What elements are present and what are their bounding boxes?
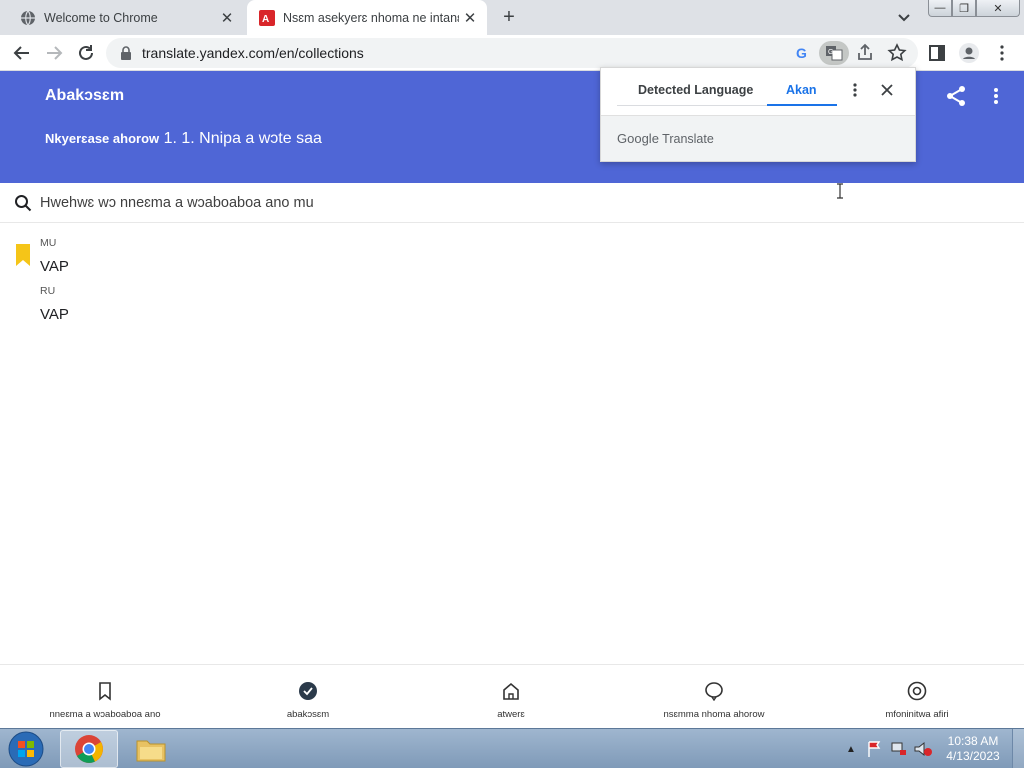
more-vert-icon[interactable] (984, 84, 1008, 108)
home-icon (503, 682, 519, 700)
system-clock[interactable]: 10:38 AM 4/13/2023 (938, 734, 1008, 764)
nav-home[interactable]: atwerɛ (409, 665, 613, 729)
new-tab-button[interactable]: + (498, 6, 520, 28)
google-wordmark: Google (617, 131, 659, 146)
tab-search-chevron-icon[interactable] (893, 7, 915, 27)
tab-detected-language[interactable]: Detected Language (638, 83, 753, 97)
close-icon[interactable] (877, 80, 897, 100)
forward-arrow-icon[interactable] (42, 41, 66, 65)
subtitle-main: 1. 1. Nnipa a wɔte saa (163, 130, 322, 147)
chat-bubble-icon (705, 682, 723, 701)
taskbar-file-explorer[interactable] (122, 730, 180, 768)
check-circle-icon (299, 682, 317, 700)
bookmark-star-icon[interactable] (885, 41, 909, 65)
nav-dictionaries[interactable]: nsɛmma nhoma ahorow (612, 665, 816, 729)
page-title: Abakɔsɛm (45, 87, 125, 104)
translate-popup-footer: Google Translate (601, 115, 915, 161)
item-translation[interactable]: VAP (40, 306, 69, 323)
network-icon[interactable] (888, 739, 910, 759)
tab-title: Nsɛm asekyerɛ nhoma ne intanɛt (283, 10, 459, 25)
item-source-language: MU (40, 237, 57, 249)
window-controls: — ❐ ✕ (928, 0, 1020, 18)
camera-icon (907, 681, 927, 701)
bookmark-outline-icon (99, 682, 111, 701)
translate-page-button[interactable]: G (819, 41, 849, 65)
taskbar-chrome[interactable] (60, 730, 118, 768)
clock-date: 4/13/2023 (946, 749, 1000, 763)
windows-start-button[interactable] (4, 730, 48, 768)
show-desktop-button[interactable] (1012, 729, 1024, 768)
chrome-menu-icon[interactable] (990, 41, 1014, 65)
nav-camera[interactable]: mfoninitwa afiri (815, 665, 1019, 729)
close-tab-icon[interactable]: ✕ (216, 7, 238, 29)
lock-icon[interactable] (120, 46, 132, 60)
google-g-icon[interactable]: G (790, 41, 814, 65)
google-translate-logo: Google Translate (617, 131, 714, 146)
nav-label: atwerɛ (497, 709, 525, 720)
browser-toolbar: translate.yandex.com/en/collections G G (0, 35, 1024, 71)
show-hidden-icons-icon[interactable]: ▲ (840, 739, 862, 759)
share-icon[interactable] (944, 84, 968, 108)
address-bar[interactable]: translate.yandex.com/en/collections G G (106, 38, 918, 68)
action-center-flag-icon[interactable] (864, 739, 886, 759)
svg-text:G: G (796, 45, 807, 61)
search-icon (15, 195, 32, 212)
translate-options-icon[interactable] (845, 80, 865, 100)
back-arrow-icon[interactable] (10, 41, 34, 65)
translate-icon: G (826, 46, 843, 61)
close-window-button[interactable]: ✕ (976, 0, 1020, 17)
side-panel-icon[interactable] (925, 41, 949, 65)
chrome-globe-icon (21, 10, 35, 25)
nav-collections[interactable]: nneɛma a wɔaboaboa ano (3, 665, 207, 729)
screen: Welcome to Chrome ✕ A Nsɛm asekyerɛ nhom… (0, 0, 1024, 768)
yandex-translate-icon: A (259, 9, 275, 26)
minimize-button[interactable]: — (928, 0, 952, 17)
svg-text:G: G (828, 49, 833, 56)
item-word[interactable]: VAP (40, 258, 69, 275)
tab-title: Welcome to Chrome (44, 10, 158, 25)
close-tab-icon[interactable]: ✕ (459, 7, 481, 29)
clock-time: 10:38 AM (947, 734, 999, 748)
search-input[interactable]: Hwehwɛ wɔ nneɛma a wɔaboaboa ano mu (40, 195, 314, 211)
nav-label: nsɛmma nhoma ahorow (663, 709, 765, 720)
bookmark-icon[interactable] (15, 244, 31, 266)
tab-welcome-to-chrome[interactable]: Welcome to Chrome ✕ (8, 0, 244, 35)
profile-avatar-icon[interactable] (957, 41, 981, 65)
reload-icon[interactable] (74, 41, 98, 65)
subtitle-prefix: Nkyerɛase ahorow (45, 131, 160, 146)
item-target-language: RU (40, 285, 56, 297)
svg-text:A: A (262, 14, 269, 25)
translate-wordmark: Translate (662, 132, 714, 146)
nav-history[interactable]: abakɔsɛm (206, 665, 410, 729)
active-tab-indicator (767, 104, 837, 106)
nav-label: abakɔsɛm (286, 709, 330, 720)
volume-muted-icon[interactable] (912, 739, 934, 759)
share-page-icon[interactable] (853, 41, 877, 65)
windows-taskbar: ▲ 10:38 AM 4/13/2023 (0, 728, 1024, 768)
text-cursor-icon (837, 183, 843, 199)
nav-label: nneɛma a wɔaboaboa ano (49, 709, 161, 720)
maximize-button[interactable]: ❐ (952, 0, 976, 17)
folder-icon (136, 740, 166, 762)
translate-popup: Detected Language Akan Google Translate (600, 67, 916, 162)
url-text[interactable]: translate.yandex.com/en/collections (142, 45, 364, 61)
collection-search-bar[interactable]: Hwehwɛ wɔ nneɛma a wɔaboaboa ano mu (0, 183, 1024, 223)
tab-akan[interactable]: Akan (786, 83, 817, 97)
system-tray: ▲ (840, 729, 936, 768)
collection-subtitle: Nkyerɛase ahorow 1. 1. Nnipa a wɔte saa (45, 130, 322, 148)
bottom-navigation: nneɛma a wɔaboaboa ano abakɔsɛm atwerɛ n… (0, 664, 1024, 728)
tab-yandex-translate[interactable]: A Nsɛm asekyerɛ nhoma ne intanɛt ✕ (247, 0, 487, 35)
tab-strip: Welcome to Chrome ✕ A Nsɛm asekyerɛ nhom… (0, 0, 1024, 35)
nav-label: mfoninitwa afiri (885, 709, 949, 720)
chrome-icon (75, 735, 103, 763)
